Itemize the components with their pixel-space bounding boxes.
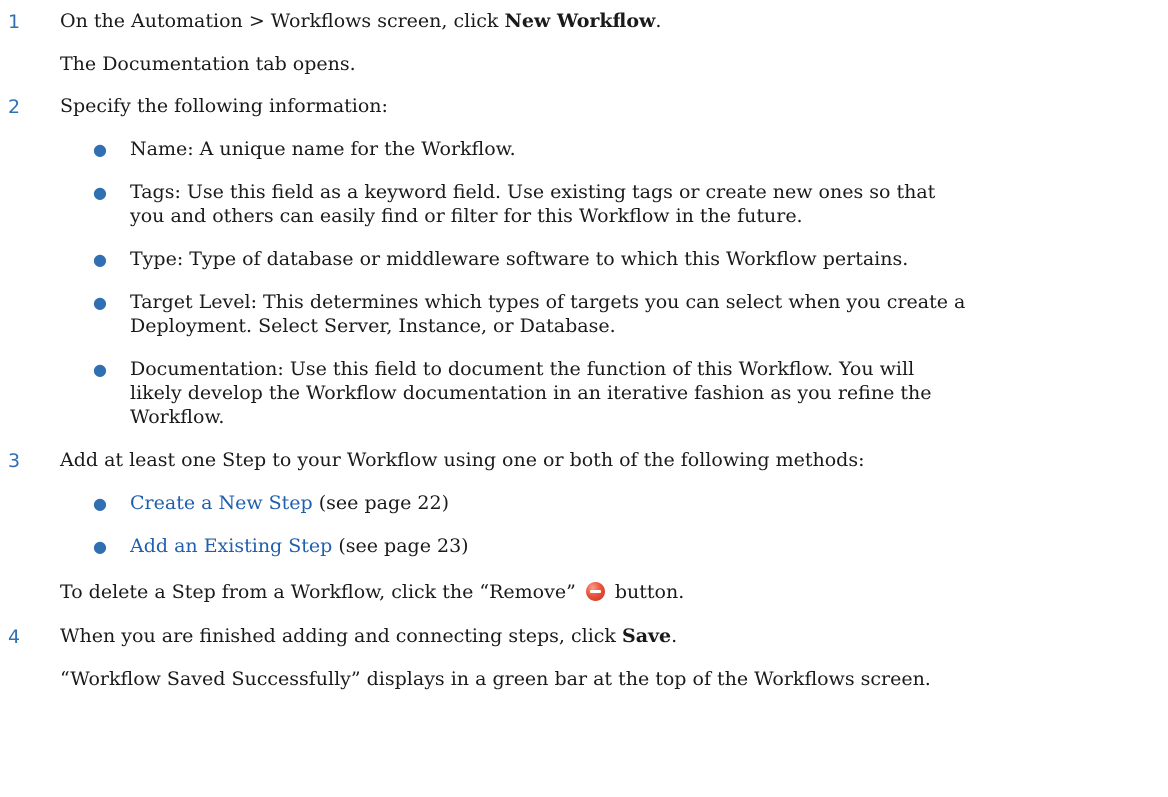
save-label: Save <box>621 625 672 647</box>
step-4-note: “Workflow Saved Successfully” displays i… <box>60 668 931 690</box>
new-workflow-label: New Workflow <box>504 10 656 32</box>
create-new-step-item: Create a New Step (see page 22) <box>130 492 449 515</box>
remove-step-prefix: To delete a Step from a Workflow, click … <box>60 581 576 603</box>
add-existing-step-item: Add an Existing Step (see page 23) <box>130 535 469 558</box>
bullet-tags-line1: Tags: Use this field as a keyword field.… <box>130 181 936 203</box>
step-1-suffix: . <box>655 10 662 32</box>
bullet-type: Type: Type of database or middleware sof… <box>130 248 909 270</box>
step-1-text: On the Automation > Workflows screen, cl… <box>60 10 661 33</box>
bullet-documentation-line2: likely develop the Workflow documentatio… <box>130 382 932 404</box>
bullet-icon: ● <box>93 250 107 269</box>
bullet-icon: ● <box>93 537 107 556</box>
step-4-text: When you are finished adding and connect… <box>60 625 677 648</box>
bullet-name: Name: A unique name for the Workflow. <box>130 138 516 160</box>
bullet-documentation-line3: Workflow. <box>130 406 225 428</box>
create-new-step-page-ref: (see page 22) <box>312 492 449 514</box>
step-4-prefix: When you are finished adding and connect… <box>60 625 622 647</box>
bullet-icon: ● <box>93 140 107 159</box>
bullet-target-level-line1: Target Level: This determines which type… <box>130 291 966 313</box>
bullet-tags-line2: you and others can easily find or filter… <box>130 205 803 227</box>
step-3-text: Add at least one Step to your Workflow u… <box>60 449 865 471</box>
step-number-4: 4 <box>8 626 21 648</box>
bullet-documentation-line1: Documentation: Use this field to documen… <box>130 358 915 380</box>
add-existing-step-link[interactable]: Add an Existing Step <box>130 535 332 557</box>
step-number-1: 1 <box>8 11 21 33</box>
step-1-note: The Documentation tab opens. <box>60 53 356 75</box>
bullet-icon: ● <box>93 293 107 312</box>
step-number-2: 2 <box>8 96 21 118</box>
bullet-icon: ● <box>93 183 107 202</box>
step-4-suffix: . <box>671 625 678 647</box>
bullet-target-level-line2: Deployment. Select Server, Instance, or … <box>130 315 616 337</box>
bullet-icon: ● <box>93 494 107 513</box>
step-1-prefix: On the Automation > Workflows screen, cl… <box>60 10 505 32</box>
step-number-3: 3 <box>8 450 21 472</box>
remove-step-instruction: To delete a Step from a Workflow, click … <box>60 581 684 604</box>
create-new-step-link[interactable]: Create a New Step <box>130 492 313 514</box>
bullet-icon: ● <box>93 360 107 379</box>
add-existing-step-page-ref: (see page 23) <box>332 535 469 557</box>
remove-step-suffix: button. <box>614 581 685 603</box>
remove-icon <box>585 582 605 601</box>
step-2-text: Specify the following information: <box>60 95 388 117</box>
